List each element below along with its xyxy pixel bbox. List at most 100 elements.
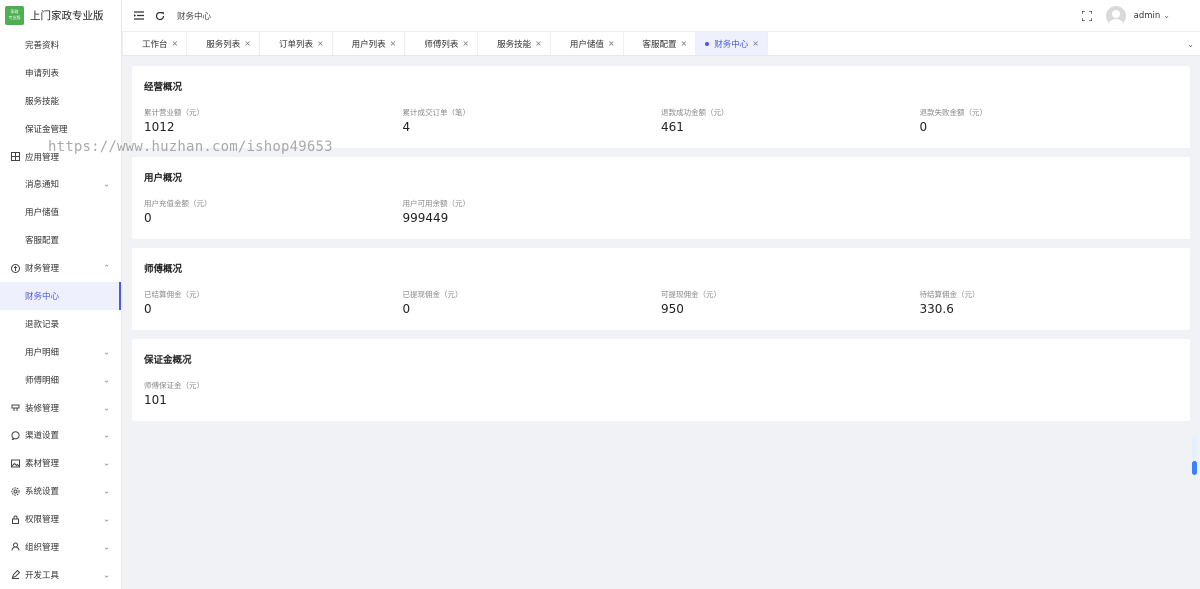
overview-card-1: 用户概况 用户充值金额（元） 0 用户可用余额（元） 999449 bbox=[132, 157, 1190, 239]
tab-5[interactable]: 服务技能 × bbox=[478, 32, 551, 55]
sidebar-item-10[interactable]: 退款记录 bbox=[0, 310, 121, 338]
sidebar-item-6[interactable]: 用户储值 bbox=[0, 198, 121, 226]
image-icon bbox=[10, 458, 20, 468]
tab-2[interactable]: 订单列表 × bbox=[260, 32, 333, 55]
stat-value: 461 bbox=[661, 120, 684, 134]
chevron-down-icon[interactable]: ⌄ bbox=[1163, 11, 1170, 20]
stat-value: 0 bbox=[402, 302, 411, 316]
stat-value: 999449 bbox=[402, 211, 449, 225]
tabs-dropdown-chevron-icon[interactable]: ⌄ bbox=[1187, 32, 1194, 56]
close-icon[interactable]: × bbox=[244, 39, 251, 48]
stat-label: 可提现佣金（元） bbox=[661, 290, 721, 299]
close-icon[interactable]: × bbox=[172, 39, 179, 48]
fullscreen-icon[interactable] bbox=[1081, 10, 1093, 22]
sidebar-item-8[interactable]: 财务管理 ⌃ bbox=[0, 254, 121, 282]
sidebar-item-label: 组织管理 bbox=[25, 542, 60, 553]
stat-item: 累计营业额（元） 1012 bbox=[144, 107, 403, 134]
user-icon bbox=[10, 542, 20, 552]
sidebar-item-label: 完善资料 bbox=[25, 40, 60, 51]
sidebar-item-9[interactable]: 财务中心 bbox=[0, 282, 121, 310]
chevron-down-icon: ⌄ bbox=[103, 542, 110, 552]
tab-7[interactable]: 客服配置 × bbox=[624, 32, 697, 55]
close-icon[interactable]: × bbox=[317, 39, 324, 48]
pen-icon bbox=[10, 570, 20, 580]
sidebar-item-label: 消息通知 bbox=[25, 180, 60, 191]
card-title: 师傅概况 bbox=[144, 264, 183, 275]
sidebar-item-15[interactable]: 素材管理 ⌄ bbox=[0, 449, 121, 477]
sidebar-item-14[interactable]: 渠道设置 ⌄ bbox=[0, 421, 121, 449]
refresh-icon[interactable] bbox=[154, 10, 166, 22]
sidebar-item-1[interactable]: 申请列表 bbox=[0, 59, 121, 87]
tab-4[interactable]: 师傅列表 × bbox=[405, 32, 479, 55]
sidebar-item-16[interactable]: 系统设置 ⌄ bbox=[0, 477, 121, 505]
stats-row: 累计营业额（元） 1012 累计成交订单（笔） 4 退款成功金额（元） 461 退款失败金额… bbox=[144, 107, 1178, 148]
menu-collapse-icon[interactable] bbox=[133, 10, 145, 22]
sidebar-item-13[interactable]: 装修管理 ⌄ bbox=[0, 394, 121, 422]
sidebar-item-label: 财务管理 bbox=[25, 264, 60, 275]
sidebar-item-5[interactable]: 消息通知 ⌄ bbox=[0, 170, 121, 198]
sidebar-item-4[interactable]: 应用管理 bbox=[0, 143, 121, 171]
tabs-bar: 工作台 × 服务列表 × 订单列表 × 用户列表 × 师傅列表 × 服务技能 × 用户储值 × 客服配置 × 财… bbox=[122, 31, 1200, 56]
stat-item: 退款失败金额（元） 0 bbox=[920, 107, 1179, 134]
tab-0[interactable]: 工作台 × bbox=[122, 32, 188, 55]
sidebar-item-label: 退款记录 bbox=[25, 319, 60, 330]
gear-icon bbox=[10, 486, 20, 496]
tab-6[interactable]: 用户储值 × bbox=[551, 32, 624, 55]
logo-image: 家政 专业版 bbox=[5, 5, 24, 25]
stat-item: 待结算佣金（元） 330.6 bbox=[920, 289, 1179, 316]
stat-item: 已提现佣金（元） 0 bbox=[403, 289, 662, 316]
tab-label: 财务中心 bbox=[714, 39, 749, 50]
stat-label: 退款失败金额（元） bbox=[919, 108, 988, 117]
sidebar-item-label: 服务技能 bbox=[25, 96, 60, 107]
sidebar-item-2[interactable]: 服务技能 bbox=[0, 87, 121, 115]
tab-label: 工作台 bbox=[142, 39, 168, 50]
close-icon[interactable]: × bbox=[390, 39, 397, 48]
stat-item: 退款成功金额（元） 461 bbox=[661, 107, 920, 134]
sidebar-item-label: 装修管理 bbox=[25, 403, 60, 414]
stat-item: 已结算佣金（元） 0 bbox=[144, 289, 403, 316]
tab-label: 师傅列表 bbox=[424, 39, 459, 50]
sidebar-item-11[interactable]: 用户明细 ⌄ bbox=[0, 338, 121, 366]
tab-3[interactable]: 用户列表 × bbox=[333, 32, 406, 55]
sidebar-item-label: 保证金管理 bbox=[25, 124, 68, 135]
sidebar-item-label: 用户储值 bbox=[25, 208, 60, 219]
chevron-down-icon: ⌄ bbox=[103, 514, 110, 524]
stats-row: 已结算佣金（元） 0 已提现佣金（元） 0 可提现佣金（元） 950 待结算佣金（元） 330… bbox=[144, 289, 1178, 330]
sidebar-item-label: 渠道设置 bbox=[25, 431, 60, 442]
stat-label: 师傅保证金（元） bbox=[144, 381, 204, 390]
username[interactable]: admin bbox=[1134, 11, 1161, 21]
avatar[interactable] bbox=[1105, 5, 1126, 26]
tab-label: 客服配置 bbox=[642, 39, 677, 50]
sidebar-item-19[interactable]: 开发工具 ⌄ bbox=[0, 561, 121, 589]
sidebar-item-0[interactable]: 完善资料 bbox=[0, 31, 121, 59]
stat-label: 累计营业额（元） bbox=[144, 108, 204, 117]
sidebar-item-label: 客服配置 bbox=[25, 236, 60, 247]
close-icon[interactable]: × bbox=[681, 39, 688, 48]
sidebar-item-3[interactable]: 保证金管理 bbox=[0, 115, 121, 143]
logo[interactable]: 家政 专业版 上门家政专业版 bbox=[0, 0, 121, 30]
sidebar-item-7[interactable]: 客服配置 bbox=[0, 226, 121, 254]
lock-icon bbox=[10, 514, 20, 524]
sidebar-item-12[interactable]: 师傅明细 ⌄ bbox=[0, 366, 121, 394]
close-icon[interactable]: × bbox=[608, 39, 615, 48]
close-icon[interactable]: × bbox=[462, 39, 469, 48]
stat-label: 待结算佣金（元） bbox=[919, 290, 980, 299]
sidebar-item-label: 师傅明细 bbox=[25, 375, 60, 386]
top-header: 财务中心 admin ⌄ bbox=[122, 0, 1200, 31]
stat-label: 退款成功金额（元） bbox=[661, 108, 729, 117]
tab-1[interactable]: 服务列表 × bbox=[187, 32, 260, 55]
sidebar-item-17[interactable]: 权限管理 ⌄ bbox=[0, 505, 121, 533]
close-icon[interactable]: × bbox=[752, 39, 759, 48]
breadcrumb: 财务中心 bbox=[177, 11, 212, 22]
stat-label: 已结算佣金（元） bbox=[144, 290, 204, 299]
scroll-thumb[interactable] bbox=[1192, 461, 1197, 475]
chevron-down-icon: ⌄ bbox=[103, 570, 110, 580]
decorate-icon bbox=[10, 403, 20, 413]
tab-8[interactable]: 财务中心 × bbox=[696, 32, 768, 55]
stat-value: 950 bbox=[661, 302, 684, 316]
chat-icon bbox=[10, 430, 20, 440]
close-icon[interactable]: × bbox=[535, 39, 542, 48]
stat-item: 师傅保证金（元） 101 bbox=[144, 380, 403, 407]
sidebar-item-label: 用户明细 bbox=[25, 347, 60, 358]
sidebar-item-18[interactable]: 组织管理 ⌄ bbox=[0, 533, 121, 561]
